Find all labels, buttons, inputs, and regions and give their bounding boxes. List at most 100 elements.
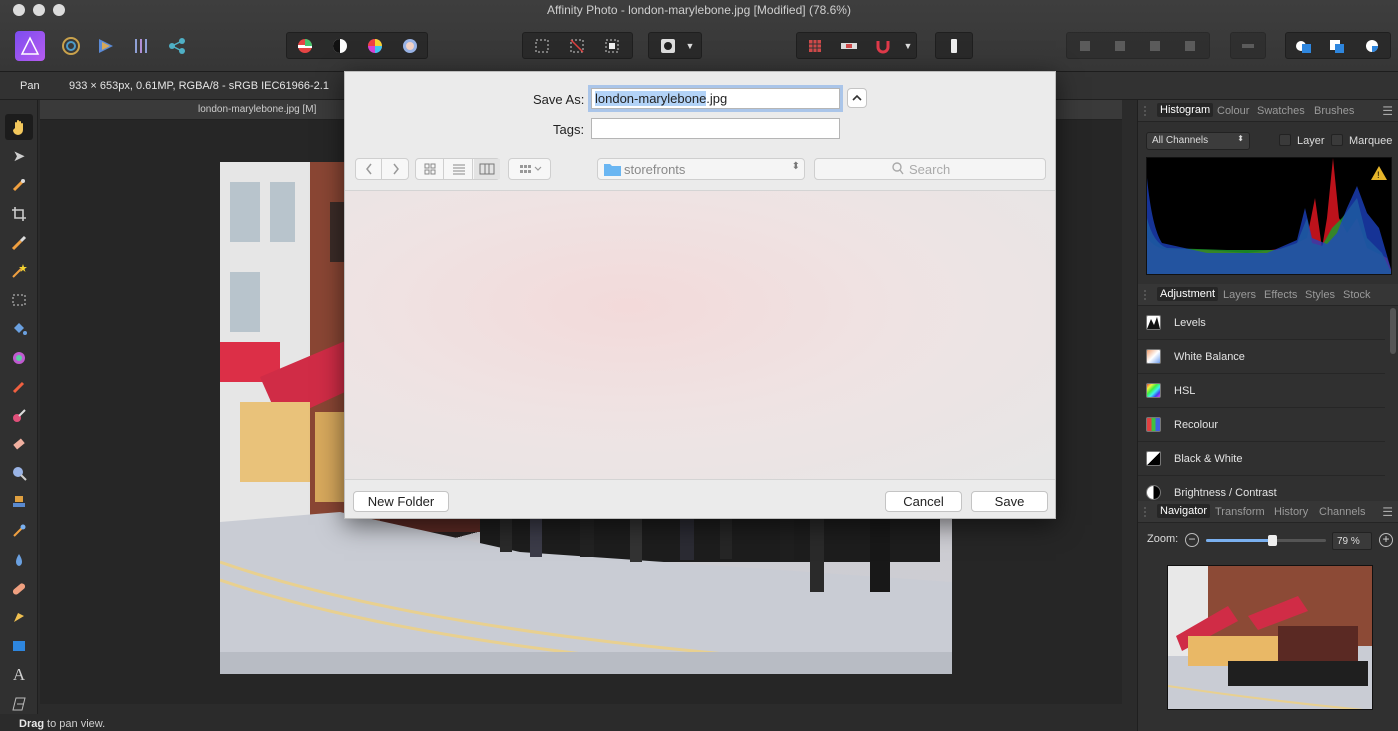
tab-stock[interactable]: Stock: [1343, 289, 1371, 301]
snapping-chevron-down-icon[interactable]: ▼: [898, 32, 918, 59]
tab-brushes[interactable]: Brushes: [1314, 105, 1354, 117]
intersect-shape-icon[interactable]: [1357, 32, 1387, 59]
assistant-icon[interactable]: [834, 32, 864, 59]
healing-tool-icon[interactable]: [5, 576, 33, 602]
move-to-front-icon[interactable]: [1175, 32, 1205, 59]
mode-chevron-down-icon[interactable]: ▼: [680, 32, 700, 59]
panel-grip[interactable]: [1144, 507, 1150, 517]
zoom-value-field[interactable]: 79 %: [1332, 532, 1372, 550]
tab-navigator[interactable]: Navigator: [1157, 504, 1211, 518]
develop-persona-icon[interactable]: [91, 31, 121, 61]
move-to-back-icon[interactable]: [1070, 32, 1100, 59]
auto-contrast-icon[interactable]: [325, 32, 355, 59]
invert-selection-icon[interactable]: [597, 32, 627, 59]
channel-select[interactable]: All Channels ⬍: [1146, 132, 1250, 150]
snapping-magnet-icon[interactable]: [868, 32, 898, 59]
zoom-in-icon[interactable]: +: [1379, 533, 1393, 547]
blur-brush-tool-icon[interactable]: [5, 547, 33, 573]
tab-history[interactable]: History: [1274, 506, 1308, 518]
pan-tool-hand-icon[interactable]: [5, 114, 33, 140]
column-view-icon[interactable]: [474, 159, 500, 179]
new-folder-button[interactable]: New Folder: [353, 491, 449, 512]
panel-menu-icon[interactable]: ☰: [1382, 505, 1393, 519]
paint-brush-tool-icon[interactable]: [5, 374, 33, 400]
move-back-icon[interactable]: [1105, 32, 1135, 59]
panel-grip[interactable]: [1144, 106, 1150, 116]
tab-colour[interactable]: Colour: [1217, 105, 1249, 117]
adjustment-black-white[interactable]: Black & White: [1138, 442, 1385, 476]
tags-field[interactable]: [591, 118, 840, 139]
cancel-button[interactable]: Cancel: [885, 491, 962, 512]
adjustment-levels[interactable]: Levels: [1138, 306, 1385, 340]
list-view-icon[interactable]: [445, 159, 473, 179]
pen-tool-icon[interactable]: [5, 604, 33, 630]
adjustment-recolour[interactable]: Recolour: [1138, 408, 1385, 442]
marquee-checkbox[interactable]: [1331, 134, 1343, 146]
deselect-icon[interactable]: [562, 32, 592, 59]
auto-levels-icon[interactable]: [290, 32, 320, 59]
adjustment-list: Levels White Balance HSL Recolour Black …: [1138, 306, 1398, 504]
clone-tool-icon[interactable]: [5, 489, 33, 515]
selection-brush-tool-icon[interactable]: [5, 230, 33, 256]
gradient-tool-icon[interactable]: [5, 345, 33, 371]
photo-persona-icon[interactable]: [15, 31, 45, 61]
grid-icon[interactable]: [800, 32, 830, 59]
navigator-thumbnail[interactable]: [1167, 565, 1373, 710]
zoom-slider-thumb[interactable]: [1268, 535, 1277, 546]
dodge-burn-tool-icon[interactable]: [5, 460, 33, 486]
subtract-shape-icon[interactable]: [1322, 32, 1352, 59]
align-icon[interactable]: [1233, 32, 1263, 59]
group-by-button[interactable]: [508, 158, 551, 180]
erase-brush-tool-icon[interactable]: [5, 431, 33, 457]
marquee-tool-icon[interactable]: [5, 287, 33, 313]
blemish-tool-icon[interactable]: [5, 518, 33, 544]
tab-transform[interactable]: Transform: [1215, 506, 1265, 518]
tab-layers[interactable]: Layers: [1223, 289, 1256, 301]
colour-replacement-tool-icon[interactable]: [5, 403, 33, 429]
select-all-icon[interactable]: [527, 32, 557, 59]
move-forward-icon[interactable]: [1140, 32, 1170, 59]
save-button[interactable]: Save: [971, 491, 1048, 512]
tab-swatches[interactable]: Swatches: [1257, 105, 1305, 117]
expand-dialog-chevron-up-icon[interactable]: [847, 88, 867, 108]
brush-options-icon[interactable]: [939, 32, 969, 59]
panel-grip[interactable]: [1144, 290, 1150, 300]
move-tool-arrow-icon[interactable]: ➤: [5, 143, 33, 169]
adjustment-white-balance[interactable]: White Balance: [1138, 340, 1385, 374]
tone-mapping-persona-icon[interactable]: [127, 31, 157, 61]
rectangle-tool-icon[interactable]: [5, 633, 33, 659]
panel-menu-icon[interactable]: ☰: [1382, 104, 1393, 118]
tab-adjustment[interactable]: Adjustment: [1157, 287, 1219, 301]
icon-view-icon[interactable]: [416, 159, 444, 179]
auto-colours-icon[interactable]: [360, 32, 390, 59]
layer-checkbox[interactable]: [1279, 134, 1291, 146]
adjustment-hsl[interactable]: HSL: [1138, 374, 1385, 408]
tab-effects[interactable]: Effects: [1264, 289, 1297, 301]
flood-fill-tool-icon[interactable]: [5, 316, 33, 342]
tab-histogram[interactable]: Histogram: [1157, 103, 1214, 117]
auto-white-balance-icon[interactable]: [395, 32, 425, 59]
tab-styles[interactable]: Styles: [1305, 289, 1335, 301]
back-chevron-icon[interactable]: [356, 159, 382, 179]
adjustment-scrollbar[interactable]: [1390, 308, 1396, 354]
levels-icon: [1146, 315, 1161, 330]
tab-channels[interactable]: Channels: [1319, 506, 1365, 518]
text-tool-icon[interactable]: A: [5, 662, 33, 688]
forward-chevron-icon[interactable]: [383, 159, 409, 179]
export-persona-icon[interactable]: [162, 31, 192, 61]
search-field[interactable]: Search: [814, 158, 1046, 180]
quick-mask-icon[interactable]: [653, 32, 683, 59]
zoom-out-icon[interactable]: −: [1185, 533, 1199, 547]
flood-select-tool-icon[interactable]: [5, 258, 33, 284]
crop-tool-icon[interactable]: [5, 201, 33, 227]
colour-picker-tool-icon[interactable]: [5, 172, 33, 198]
location-popup[interactable]: storefronts ⬍: [597, 158, 805, 180]
adjustment-brightness-contrast[interactable]: Brightness / Contrast: [1138, 476, 1385, 504]
add-shape-icon[interactable]: [1288, 32, 1318, 59]
document-info: 933 × 653px, 0.61MP, RGBA/8 - sRGB IEC61…: [69, 80, 329, 92]
zoom-slider[interactable]: [1206, 535, 1326, 546]
tags-label: Tags:: [553, 122, 585, 137]
file-browser-area[interactable]: [345, 190, 1055, 480]
liquify-persona-icon[interactable]: [56, 31, 86, 61]
filename-field[interactable]: london-marylebone.jpg: [591, 88, 840, 109]
